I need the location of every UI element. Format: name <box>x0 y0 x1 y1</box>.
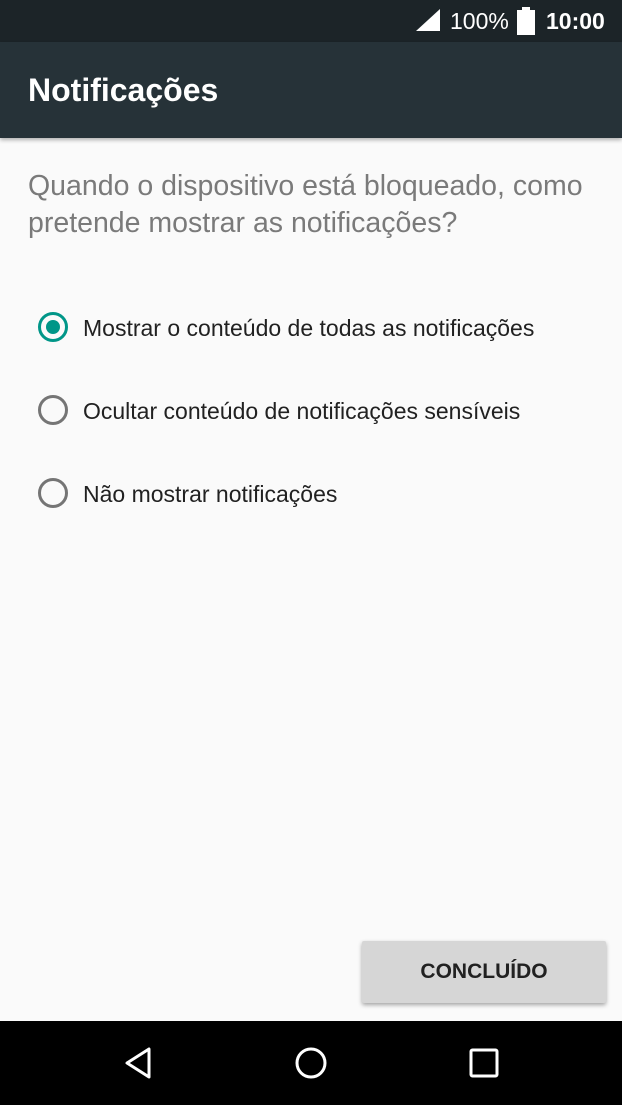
status-clock: 10:00 <box>546 8 605 34</box>
option-label: Não mostrar notificações <box>83 481 338 507</box>
home-icon[interactable] <box>291 1043 331 1083</box>
navigation-bar <box>0 1021 622 1105</box>
app-bar: Notificações <box>0 42 622 138</box>
radio-button-unchecked-icon[interactable] <box>38 395 68 425</box>
option-label: Mostrar o conteúdo de todas as notificaç… <box>83 315 535 341</box>
page-title: Notificações <box>28 72 219 108</box>
radio-button-unchecked-icon[interactable] <box>38 478 68 508</box>
battery-full-icon <box>517 7 535 35</box>
status-bar: 100% 10:00 <box>0 0 622 42</box>
radio-button-checked-icon[interactable] <box>38 312 68 342</box>
cell-signal-icon <box>416 9 440 31</box>
option-show-all-content[interactable]: Mostrar o conteúdo de todas as notificaç… <box>36 299 606 359</box>
option-hide-sensitive-content[interactable]: Ocultar conteúdo de notificações sensíve… <box>36 382 606 442</box>
battery-percentage: 100% <box>450 8 509 34</box>
option-hide-notifications[interactable]: Não mostrar notificações <box>36 465 606 525</box>
recents-icon[interactable] <box>464 1043 504 1083</box>
back-icon[interactable] <box>118 1043 158 1083</box>
done-button[interactable]: CONCLUÍDO <box>362 941 606 1003</box>
lockscreen-question: Quando o dispositivo está bloqueado, com… <box>28 170 583 239</box>
option-label: Ocultar conteúdo de notificações sensíve… <box>83 398 521 424</box>
